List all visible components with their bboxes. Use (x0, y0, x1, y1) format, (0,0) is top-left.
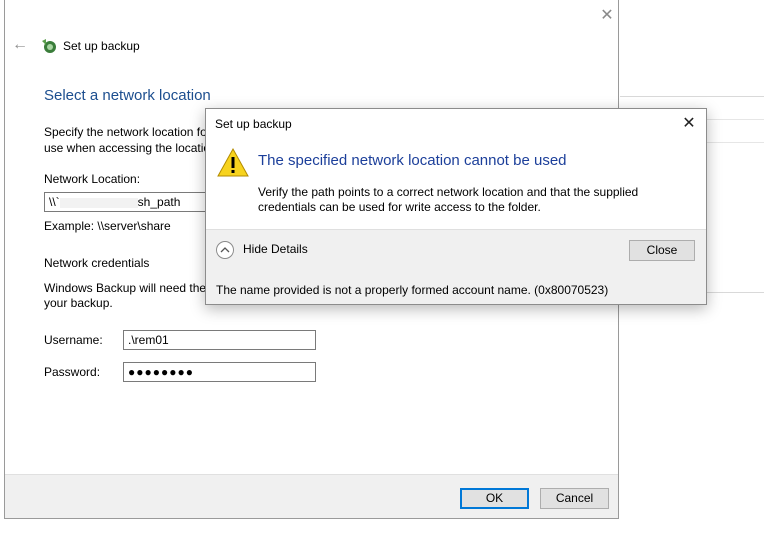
warning-icon (217, 147, 249, 177)
chevron-glyph (220, 247, 230, 253)
details-panel: The name provided is not a properly form… (206, 271, 706, 304)
location-description: Specify the network location fo use when… (44, 125, 211, 155)
dialog-title: Set up backup (215, 117, 292, 131)
redacted-mask (59, 197, 138, 208)
ok-button[interactable]: OK (460, 488, 529, 509)
hide-details-toggle[interactable]: Hide Details (243, 242, 308, 256)
password-field[interactable]: ●●●●●●●● (123, 362, 316, 382)
username-label: Username: (44, 333, 103, 347)
backup-icon (42, 39, 56, 53)
dialog-controls: Hide Details Close (206, 229, 706, 272)
network-location-prefix: \\` (49, 195, 60, 209)
credentials-heading: Network credentials (44, 256, 150, 270)
chevron-up-icon[interactable] (216, 241, 234, 259)
credentials-description-line1: Windows Backup will need the (44, 281, 207, 295)
page-title: Select a network location (44, 87, 211, 104)
close-icon[interactable]: ✕ (597, 6, 617, 26)
network-location-example: Example: \\server\share (44, 219, 171, 233)
network-location-field[interactable]: \\` sh_path (44, 192, 214, 212)
error-details: The name provided is not a properly form… (216, 283, 609, 297)
cancel-button[interactable]: Cancel (540, 488, 609, 509)
dialog-message: Verify the path points to a correct netw… (258, 185, 639, 214)
network-location-suffix: sh_path (137, 195, 181, 209)
username-field[interactable]: .\rem01 (123, 330, 316, 350)
back-arrow-icon[interactable]: ← (11, 36, 29, 54)
credentials-description-line2: your backup. (44, 296, 113, 310)
window-title: Set up backup (63, 39, 140, 53)
dialog-close-button[interactable]: Close (629, 240, 695, 261)
dialog-heading: The specified network location cannot be… (258, 152, 567, 169)
network-location-label: Network Location: (44, 172, 141, 186)
error-dialog: Set up backup ✕ The specified network lo… (205, 108, 707, 305)
close-icon[interactable]: ✕ (678, 113, 700, 135)
password-label: Password: (44, 365, 101, 379)
